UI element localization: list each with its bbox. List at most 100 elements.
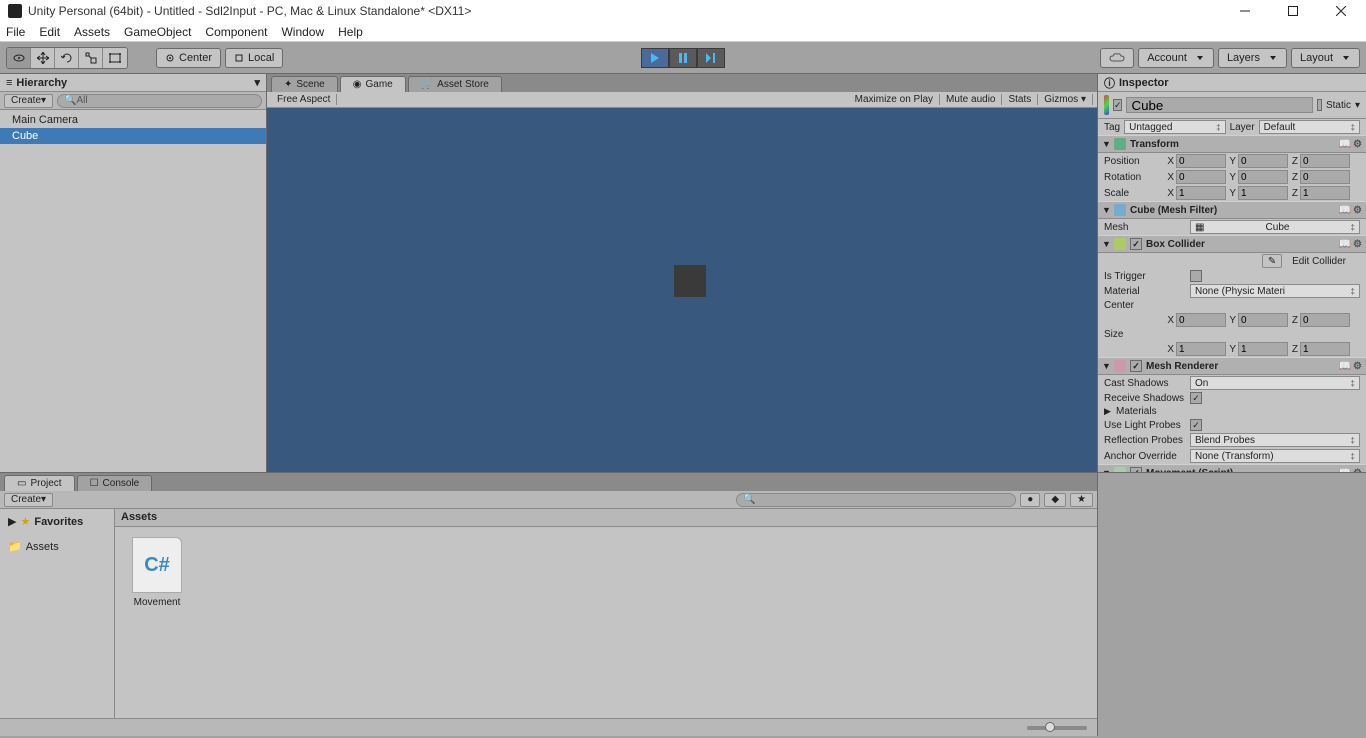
help-icon[interactable]: 📖 [1339, 205, 1351, 216]
step-button[interactable] [697, 48, 725, 68]
movement-script-header[interactable]: ▼ Movement (Script) 📖 ⚙ [1098, 464, 1366, 472]
tab-project[interactable]: ▭Project [4, 475, 75, 491]
rotation-z[interactable] [1300, 170, 1350, 184]
close-button[interactable] [1324, 1, 1358, 21]
receive-shadows-checkbox[interactable] [1190, 392, 1202, 404]
layout-dropdown[interactable]: Layout [1291, 48, 1360, 68]
scale-z[interactable] [1300, 186, 1350, 200]
box-collider-enabled[interactable] [1130, 238, 1142, 250]
gameobject-active-checkbox[interactable] [1113, 99, 1123, 111]
move-tool[interactable] [31, 48, 55, 68]
hierarchy-tab[interactable]: ≡ Hierarchy ▾ [0, 74, 266, 92]
rotation-y[interactable] [1238, 170, 1288, 184]
hierarchy-item-main-camera[interactable]: Main Camera [0, 112, 266, 128]
reflection-probes-dropdown[interactable]: Blend Probes [1190, 433, 1360, 447]
mesh-filter-header[interactable]: ▼ Cube (Mesh Filter) 📖 ⚙ [1098, 201, 1366, 219]
script-enabled[interactable] [1130, 467, 1142, 472]
position-z[interactable] [1300, 154, 1350, 168]
is-trigger-checkbox[interactable] [1190, 270, 1202, 282]
collider-center-x[interactable] [1176, 313, 1226, 327]
menu-window[interactable]: Window [281, 25, 324, 39]
assets-folder[interactable]: 📁 Assets [4, 538, 110, 555]
search-filter-button[interactable]: ● [1020, 493, 1040, 507]
gear-icon[interactable]: ⚙ [1353, 361, 1362, 372]
maximize-on-play-toggle[interactable]: Maximize on Play [849, 94, 940, 105]
menu-gameobject[interactable]: GameObject [124, 25, 191, 39]
project-search[interactable]: 🔍 [736, 493, 1016, 507]
anchor-override-field[interactable]: None (Transform) [1190, 449, 1360, 463]
asset-size-slider[interactable] [1027, 726, 1087, 730]
collider-size-y[interactable] [1238, 342, 1288, 356]
scale-tool[interactable] [79, 48, 103, 68]
static-checkbox[interactable] [1317, 99, 1321, 111]
tab-game[interactable]: ◉Game [340, 76, 406, 92]
menu-edit[interactable]: Edit [39, 25, 60, 39]
menu-file[interactable]: File [6, 25, 25, 39]
transform-component-header[interactable]: ▼ Transform 📖 ⚙ [1098, 135, 1366, 153]
stats-toggle[interactable]: Stats [1002, 94, 1038, 105]
hierarchy-search[interactable]: 🔍 All [57, 94, 262, 108]
layers-dropdown[interactable]: Layers [1218, 48, 1287, 68]
search-label-button[interactable]: ◆ [1044, 493, 1066, 507]
collapse-icon[interactable]: ▼ [1102, 139, 1110, 149]
maximize-button[interactable] [1276, 1, 1310, 21]
search-save-button[interactable]: ★ [1070, 493, 1093, 507]
rotation-x[interactable] [1176, 170, 1226, 184]
position-y[interactable] [1238, 154, 1288, 168]
layer-dropdown[interactable]: Default [1259, 120, 1360, 134]
pause-button[interactable] [669, 48, 697, 68]
favorites-folder[interactable]: ▶ ★Favorites [4, 513, 110, 530]
collider-size-z[interactable] [1300, 342, 1350, 356]
hierarchy-item-cube[interactable]: Cube [0, 128, 266, 144]
gear-icon[interactable]: ⚙ [1353, 139, 1362, 150]
scale-y[interactable] [1238, 186, 1288, 200]
account-dropdown[interactable]: Account [1138, 48, 1214, 68]
physics-material-field[interactable]: None (Physic Materi [1190, 284, 1360, 298]
collider-size-x[interactable] [1176, 342, 1226, 356]
gear-icon[interactable]: ⚙ [1353, 468, 1362, 473]
gear-icon[interactable]: ⚙ [1353, 239, 1362, 250]
help-icon[interactable]: 📖 [1339, 139, 1351, 150]
hand-tool[interactable] [7, 48, 31, 68]
pivot-mode-button[interactable]: Center [156, 48, 221, 68]
rect-tool[interactable] [103, 48, 127, 68]
position-x[interactable] [1176, 154, 1226, 168]
menu-help[interactable]: Help [338, 25, 363, 39]
panel-options-icon[interactable]: ▾ [254, 76, 260, 89]
cast-shadows-dropdown[interactable]: On [1190, 376, 1360, 390]
light-probes-checkbox[interactable] [1190, 419, 1202, 431]
project-create-button[interactable]: Create ▾ [4, 493, 53, 507]
cloud-button[interactable] [1100, 48, 1134, 68]
menu-assets[interactable]: Assets [74, 25, 110, 39]
collider-center-z[interactable] [1300, 313, 1350, 327]
help-icon[interactable]: 📖 [1339, 468, 1351, 473]
pivot-rotation-button[interactable]: Local [225, 48, 283, 68]
minimize-button[interactable] [1228, 1, 1262, 21]
rotate-tool[interactable] [55, 48, 79, 68]
game-view[interactable] [267, 108, 1097, 472]
help-icon[interactable]: 📖 [1339, 239, 1351, 250]
mesh-renderer-enabled[interactable] [1130, 360, 1142, 372]
hierarchy-create-button[interactable]: Create ▾ [4, 94, 53, 108]
mesh-renderer-header[interactable]: ▼ Mesh Renderer 📖 ⚙ [1098, 357, 1366, 375]
scale-x[interactable] [1176, 186, 1226, 200]
help-icon[interactable]: 📖 [1339, 361, 1351, 372]
mesh-field[interactable]: ▦ Cube [1190, 220, 1360, 234]
tab-asset-store[interactable]: 🛒Asset Store [408, 76, 502, 92]
play-button[interactable] [641, 48, 669, 68]
tab-console[interactable]: ☐Console [77, 475, 153, 491]
asset-movement-script[interactable]: C# Movement [125, 537, 189, 608]
tab-scene[interactable]: ✦Scene [271, 76, 338, 92]
static-dropdown-icon[interactable]: ▾ [1355, 100, 1360, 111]
box-collider-header[interactable]: ▼ Box Collider 📖 ⚙ [1098, 235, 1366, 253]
tag-dropdown[interactable]: Untagged [1124, 120, 1225, 134]
gear-icon[interactable]: ⚙ [1353, 205, 1362, 216]
project-breadcrumb[interactable]: Assets [115, 509, 1097, 527]
aspect-dropdown[interactable]: Free Aspect [271, 94, 337, 105]
inspector-tab[interactable]: ⓘInspector [1098, 74, 1366, 92]
mute-audio-toggle[interactable]: Mute audio [940, 94, 1002, 105]
slider-thumb[interactable] [1045, 722, 1055, 732]
gameobject-name-field[interactable] [1126, 97, 1313, 113]
menu-component[interactable]: Component [205, 25, 267, 39]
edit-collider-icon-button[interactable]: ✎ [1262, 254, 1282, 268]
